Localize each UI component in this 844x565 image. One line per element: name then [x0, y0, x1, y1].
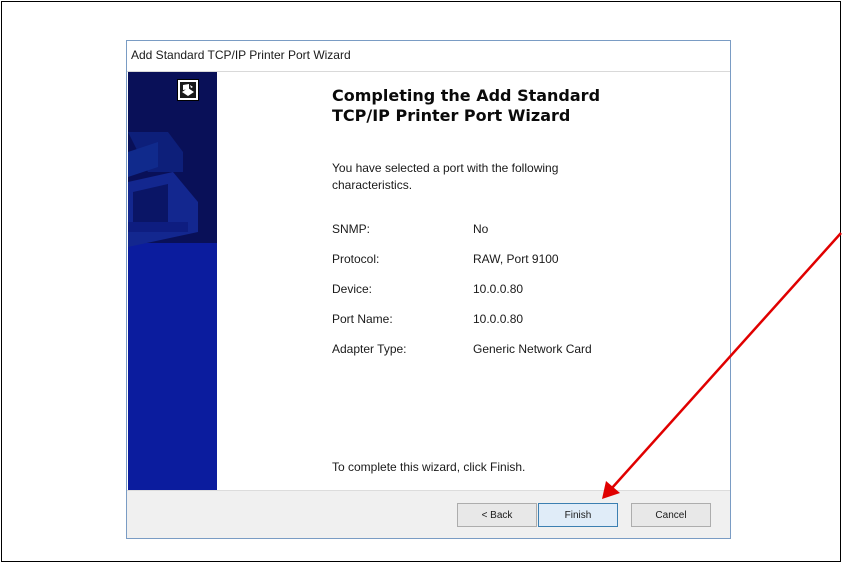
wizard-content: Completing the Add Standard TCP/IP Print… — [217, 72, 730, 490]
finish-button[interactable]: Finish — [538, 503, 618, 527]
property-label: Adapter Type: — [332, 342, 407, 356]
intro-text: You have selected a port with the follow… — [332, 160, 632, 194]
printer-wizard-icon — [177, 79, 199, 101]
property-label: Device: — [332, 282, 373, 296]
property-value: Generic Network Card — [473, 342, 592, 356]
property-value: 10.0.0.80 — [473, 312, 524, 326]
property-value: RAW, Port 9100 — [473, 252, 559, 266]
wizard-window: Add Standard TCP/IP Printer Port Wizard … — [126, 40, 731, 539]
property-value: 10.0.0.80 — [473, 282, 524, 296]
wizard-footer: < Back Finish Cancel — [127, 490, 730, 538]
intro-line-1: You have selected a port with the follow… — [332, 161, 559, 175]
wizard-banner — [128, 72, 217, 490]
cancel-button[interactable]: Cancel — [631, 503, 711, 527]
property-label: Protocol: — [332, 252, 380, 266]
heading-line-1: Completing the Add Standard — [332, 86, 601, 105]
window-title: Add Standard TCP/IP Printer Port Wizard — [131, 48, 351, 62]
completion-instruction: To complete this wizard, click Finish. — [332, 460, 526, 474]
property-value: No — [473, 222, 489, 236]
intro-line-2: characteristics. — [332, 178, 413, 192]
printer-graphic — [128, 132, 198, 247]
property-label: Port Name: — [332, 312, 393, 326]
page-heading: Completing the Add Standard TCP/IP Print… — [332, 86, 712, 126]
heading-line-2: TCP/IP Printer Port Wizard — [332, 106, 571, 125]
back-button[interactable]: < Back — [457, 503, 537, 527]
property-label: SNMP: — [332, 222, 371, 236]
